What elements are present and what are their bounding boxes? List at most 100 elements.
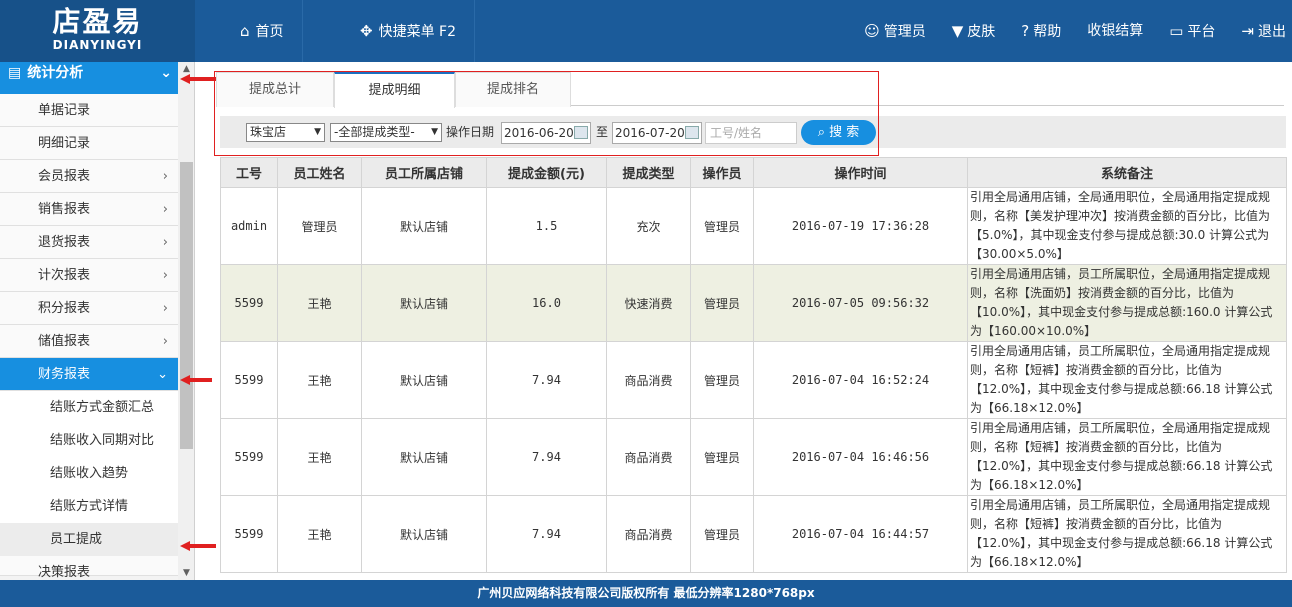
cell-name: 王艳 (277, 264, 362, 342)
cell-time: 2016-07-04 16:44:57 (753, 495, 968, 573)
chevron-right-icon: › (162, 334, 168, 349)
help-icon: ? (1021, 22, 1030, 40)
monitor-icon: ▭ (1169, 22, 1184, 40)
home-icon: ⌂ (240, 22, 250, 40)
commission-table: 工号 员工姓名 员工所属店铺 提成金额(元) 提成类型 操作员 操作时间 系统备… (220, 157, 1287, 573)
sidebar-scrollbar[interactable]: ▲ ▼ (178, 62, 194, 580)
sidebar-item-finance-report[interactable]: 财务报表 ⌄ (0, 358, 178, 391)
nav-admin[interactable]: ☺ 管理员 (856, 0, 944, 62)
nav-quick-menu-label: 快捷菜单 F2 (378, 24, 456, 40)
cell-operator: 管理员 (690, 341, 754, 419)
col-header-note[interactable]: 系统备注 (967, 157, 1287, 188)
cell-type: 商品消费 (606, 495, 691, 573)
cell-name: 王艳 (277, 418, 362, 496)
top-bar: 店盈易 DIANYINGYI ⌂ 首页 ✥ 快捷菜单 F2 ☺ 管理员 ▼ 皮肤 ? 帮助… (0, 0, 1292, 62)
cell-amount: 7.94 (486, 495, 607, 573)
sidebar-item-decision-report[interactable]: 决策报表 (0, 556, 178, 580)
sidebar-item-label: 财务报表 (38, 367, 91, 382)
sidebar-subitem-label: 结账方式详情 (50, 499, 129, 514)
sidebar-item-return-report[interactable]: 退货报表 › (0, 226, 178, 259)
table-row[interactable]: 5599 王艳 默认店铺 7.94 商品消费 管理员 2016-07-04 16… (220, 341, 1287, 419)
user-icon: ☺ (864, 22, 880, 40)
col-header-id[interactable]: 工号 (220, 157, 278, 188)
logo-text-cn: 店盈易 (52, 5, 143, 38)
cell-name: 王艳 (277, 495, 362, 573)
col-header-name[interactable]: 员工姓名 (277, 157, 362, 188)
scroll-thumb[interactable] (180, 162, 193, 449)
nav-skin-label: 皮肤 (967, 24, 996, 40)
cell-id: 5599 (220, 418, 278, 496)
nav-checkout[interactable]: 收银结算 (1079, 0, 1161, 62)
col-header-operator[interactable]: 操作员 (690, 157, 754, 188)
nav-platform[interactable]: ▭ 平台 (1161, 0, 1233, 62)
scroll-down-icon[interactable]: ▼ (178, 566, 194, 580)
cell-time: 2016-07-04 16:52:24 (753, 341, 968, 419)
cell-type: 快速消费 (606, 264, 691, 342)
sidebar-subitem-staff-commission[interactable]: 员工提成 (0, 523, 178, 556)
sidebar-item-label: 积分报表 (38, 301, 91, 316)
cell-operator: 管理员 (690, 264, 754, 342)
app-logo[interactable]: 店盈易 DIANYINGYI (0, 0, 195, 62)
cell-type: 充次 (606, 187, 691, 265)
cell-id: 5599 (220, 341, 278, 419)
cell-time: 2016-07-04 16:46:56 (753, 418, 968, 496)
sidebar-item-details[interactable]: 明细记录 (0, 127, 178, 160)
cell-name: 管理员 (277, 187, 362, 265)
col-header-store[interactable]: 员工所属店铺 (361, 157, 487, 188)
top-right-menu: ☺ 管理员 ▼ 皮肤 ? 帮助 收银结算 ▭ 平台 ⇥ 退出 (856, 0, 1292, 62)
sidebar-item-receipts[interactable]: 单据记录 (0, 94, 178, 127)
nav-quick-menu[interactable]: ✥ 快捷菜单 F2 (342, 0, 475, 62)
col-header-time[interactable]: 操作时间 (753, 157, 968, 188)
sidebar-item-points-report[interactable]: 积分报表 › (0, 292, 178, 325)
nav-help[interactable]: ? 帮助 (1013, 0, 1079, 62)
cell-store: 默认店铺 (361, 341, 487, 419)
sidebar-item-stored-value-report[interactable]: 储值报表 › (0, 325, 178, 358)
cell-note: 引用全局通用店铺，员工所属职位，全局通用指定提成规则，名称【短裤】按消费金额的百… (967, 341, 1287, 419)
table-row[interactable]: 5599 王艳 默认店铺 16.0 快速消费 管理员 2016-07-05 09… (220, 264, 1287, 342)
table-row[interactable]: 5599 王艳 默认店铺 7.94 商品消费 管理员 2016-07-04 16… (220, 495, 1287, 573)
table-header-row: 工号 员工姓名 员工所属店铺 提成金额(元) 提成类型 操作员 操作时间 系统备… (220, 157, 1287, 188)
col-header-amount[interactable]: 提成金额(元) (486, 157, 607, 188)
logo-text-en: DIANYINGYI (52, 38, 143, 52)
sidebar-item-label: 决策报表 (38, 565, 91, 580)
nav-home[interactable]: ⌂ 首页 (222, 0, 303, 62)
sidebar-subitem-income-trend[interactable]: 结账收入趋势 (0, 457, 178, 490)
sidebar-item-member-report[interactable]: 会员报表 › (0, 160, 178, 193)
nav-platform-label: 平台 (1187, 24, 1216, 40)
chevron-right-icon: › (162, 202, 168, 217)
sidebar-header-stats[interactable]: ▤ 统计分析 ⌄ (0, 62, 178, 94)
nav-checkout-label: 收银结算 (1087, 23, 1144, 39)
logout-icon: ⇥ (1241, 22, 1254, 40)
chart-icon: ▤ (8, 65, 22, 81)
cell-name: 王艳 (277, 341, 362, 419)
nav-help-label: 帮助 (1033, 24, 1062, 40)
cell-store: 默认店铺 (361, 418, 487, 496)
sidebar-subitem-income-compare[interactable]: 结账收入同期对比 (0, 424, 178, 457)
cell-note: 引用全局通用店铺，员工所属职位，全局通用指定提成规则，名称【洗面奶】按消费金额的… (967, 264, 1287, 342)
sidebar-subitem-label: 员工提成 (50, 532, 103, 547)
sidebar-subitem-label: 结账收入趋势 (50, 466, 129, 481)
shirt-icon: ▼ (951, 22, 964, 40)
sidebar-subitem-label: 结账收入同期对比 (50, 433, 155, 448)
sidebar-item-count-report[interactable]: 计次报表 › (0, 259, 178, 292)
annotation-highlight-box (214, 71, 879, 156)
cell-store: 默认店铺 (361, 187, 487, 265)
cell-store: 默认店铺 (361, 495, 487, 573)
cell-amount: 1.5 (486, 187, 607, 265)
nav-logout[interactable]: ⇥ 退出 (1233, 0, 1292, 62)
sidebar-item-sales-report[interactable]: 销售报表 › (0, 193, 178, 226)
nav-logout-label: 退出 (1258, 24, 1286, 40)
cell-note: 引用全局通用店铺，全局通用职位，全局通用指定提成规则，名称【美发护理冲次】按消费… (967, 187, 1287, 265)
sidebar-subitem-payment-summary[interactable]: 结账方式金额汇总 (0, 391, 178, 424)
nav-skin[interactable]: ▼ 皮肤 (944, 0, 1014, 62)
cell-amount: 7.94 (486, 341, 607, 419)
sidebar-subitem-label: 结账方式金额汇总 (50, 400, 155, 415)
table-row[interactable]: 5599 王艳 默认店铺 7.94 商品消费 管理员 2016-07-04 16… (220, 418, 1287, 496)
sidebar-menu: ▤ 统计分析 ⌄ 单据记录 明细记录 会员报表 › 销售报表 › 退货报表 › 计次报表… (0, 62, 178, 580)
cell-store: 默认店铺 (361, 264, 487, 342)
sidebar-item-label: 会员报表 (38, 169, 91, 184)
table-row[interactable]: admin 管理员 默认店铺 1.5 充次 管理员 2016-07-19 17:… (220, 187, 1287, 265)
chevron-right-icon: › (162, 301, 168, 316)
col-header-type[interactable]: 提成类型 (606, 157, 691, 188)
sidebar-subitem-payment-detail[interactable]: 结账方式详情 (0, 490, 178, 523)
